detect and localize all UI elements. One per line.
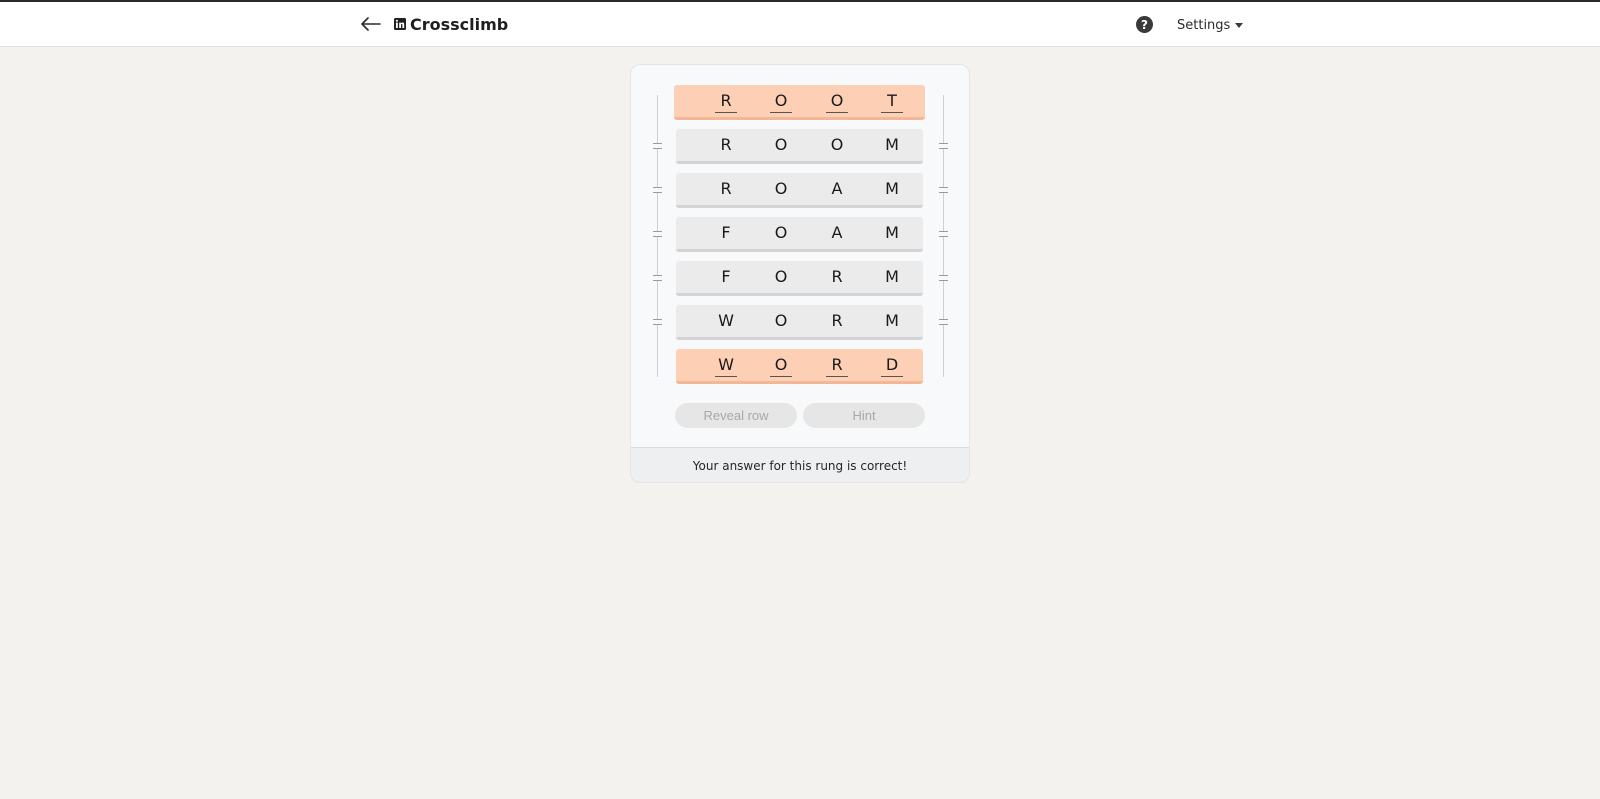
letter-cell[interactable]: M: [879, 177, 905, 201]
ladder-rung[interactable]: FORM: [676, 261, 923, 296]
ladder-rung[interactable]: ROAM: [676, 173, 923, 208]
letter-cell[interactable]: M: [879, 265, 905, 289]
letter-cell[interactable]: R: [824, 265, 850, 289]
drag-handle-right-icon[interactable]: [939, 231, 948, 237]
letter-cell[interactable]: M: [879, 221, 905, 245]
letter-cell[interactable]: O: [824, 89, 850, 113]
help-button[interactable]: ?: [1136, 16, 1153, 33]
ladder-rung[interactable]: FOAM: [676, 217, 923, 252]
status-message: Your answer for this rung is correct!: [692, 458, 908, 473]
status-banner: Your answer for this rung is correct!: [631, 447, 969, 482]
arrow-left-icon: [361, 17, 381, 31]
ladder-rung[interactable]: ROOM: [676, 129, 923, 164]
letter-cell[interactable]: A: [824, 177, 850, 201]
drag-handle-right-icon[interactable]: [939, 319, 948, 325]
letter-cell[interactable]: O: [768, 177, 794, 201]
question-circle-icon: ?: [1141, 17, 1148, 32]
letter-cell[interactable]: O: [768, 265, 794, 289]
letter-cell[interactable]: T: [879, 89, 905, 113]
letter-cell[interactable]: W: [713, 353, 739, 377]
settings-label: Settings: [1177, 17, 1231, 33]
brand: Crossclimb: [394, 12, 508, 36]
game-board: ROOTROOMROAMFOAMFORMWORMWORD Reveal row …: [630, 64, 970, 483]
back-button[interactable]: [359, 12, 383, 36]
drag-handle-left-icon[interactable]: [653, 275, 662, 281]
letter-cell[interactable]: O: [824, 133, 850, 157]
letter-cell[interactable]: A: [824, 221, 850, 245]
letter-cell[interactable]: F: [713, 221, 739, 245]
letter-cell[interactable]: D: [879, 353, 905, 377]
ladder-rung[interactable]: WORD: [676, 349, 923, 384]
ladder-rung[interactable]: ROOT: [674, 85, 925, 120]
drag-handle-left-icon[interactable]: [653, 319, 662, 325]
letter-cell[interactable]: M: [879, 133, 905, 157]
drag-handle-right-icon[interactable]: [939, 275, 948, 281]
letter-cell[interactable]: O: [768, 309, 794, 333]
letter-cell[interactable]: R: [713, 177, 739, 201]
drag-handle-right-icon[interactable]: [939, 143, 948, 149]
caret-down-icon: [1235, 22, 1244, 28]
settings-dropdown[interactable]: Settings: [1177, 16, 1244, 34]
drag-handle-left-icon[interactable]: [653, 187, 662, 193]
letter-cell[interactable]: M: [879, 309, 905, 333]
letter-cell[interactable]: R: [824, 309, 850, 333]
ladder-rung[interactable]: WORM: [676, 305, 923, 340]
letter-cell[interactable]: O: [768, 221, 794, 245]
letter-cell[interactable]: O: [768, 133, 794, 157]
reveal-row-button[interactable]: Reveal row: [675, 403, 797, 428]
drag-handle-left-icon[interactable]: [653, 143, 662, 149]
letter-cell[interactable]: R: [824, 353, 850, 377]
letter-cell[interactable]: R: [713, 89, 739, 113]
page-title: Crossclimb: [410, 14, 509, 34]
letter-cell[interactable]: F: [713, 265, 739, 289]
letter-cell[interactable]: O: [768, 353, 794, 377]
letter-cell[interactable]: R: [713, 133, 739, 157]
top-bar: Crossclimb ? Settings: [0, 2, 1600, 47]
letter-cell[interactable]: W: [713, 309, 739, 333]
drag-handle-left-icon[interactable]: [653, 231, 662, 237]
letter-cell[interactable]: O: [768, 89, 794, 113]
linkedin-logo-icon: [394, 18, 406, 30]
hint-button[interactable]: Hint: [803, 403, 925, 428]
drag-handle-right-icon[interactable]: [939, 187, 948, 193]
